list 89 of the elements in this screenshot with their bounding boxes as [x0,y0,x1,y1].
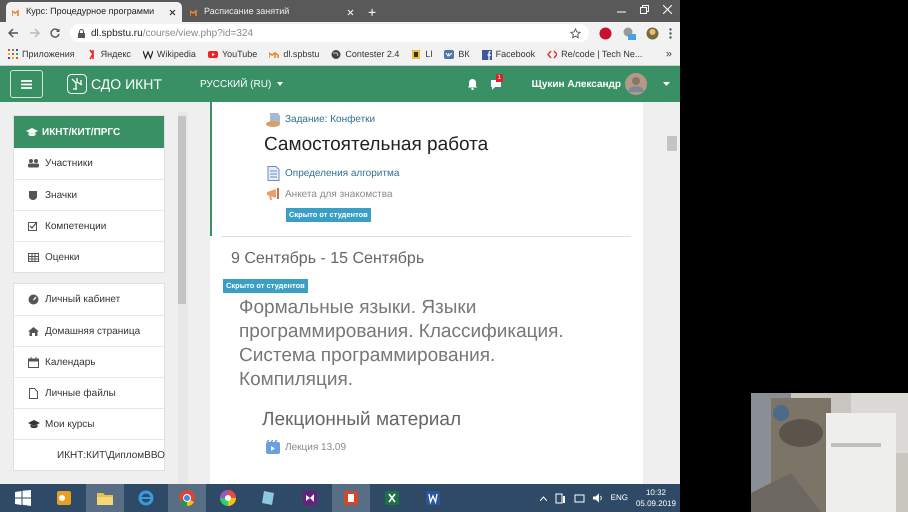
logo-icon [67,74,87,94]
bookmark[interactable]: Яндекс [86,48,131,62]
activity-link[interactable]: Анкета для знакомства [285,186,393,202]
extension-icon[interactable] [646,26,659,40]
wikipedia-icon [142,49,153,60]
bookmark[interactable]: Wikipedia [142,48,196,62]
vk-icon [444,49,454,60]
graduation-cap-icon [28,418,40,430]
course-menu-header[interactable]: ИКНТ/КИТ/ПРГС [14,116,164,148]
subheading: Лекционный материал [262,408,462,432]
scrollbar[interactable] [178,112,188,484]
activity-link[interactable]: Задание: Конфетки [285,112,376,127]
speaker-icon[interactable] [592,493,603,503]
star-icon[interactable] [570,28,581,38]
site-name[interactable]: СДО ИКНТ [91,74,162,94]
caret-icon [277,82,284,86]
new-tab-button[interactable]: + [362,2,382,22]
photo-app-icon [219,489,237,507]
url-path: /course/view.php?id=324 [142,28,254,38]
activity-link[interactable]: Определения алгоритма [285,166,400,180]
subheading: Самостоятельная работа [264,133,490,157]
language-indicator[interactable]: ENG [610,492,628,504]
extension-icon[interactable] [622,26,636,40]
powerpoint-icon [342,489,360,507]
caret-icon[interactable] [663,82,670,86]
chevron-up-icon[interactable] [540,496,547,500]
word-icon [424,489,442,507]
bookmark[interactable]: dl.spbstu [269,48,320,62]
more-bookmarks-button[interactable]: » [666,46,672,63]
back-icon[interactable] [8,28,19,38]
close-icon[interactable] [169,8,176,16]
video-icon [266,440,281,455]
section-title: 9 Сентябрь - 15 Сентябрь [231,248,426,268]
yandex-icon [86,49,97,60]
chrome-icon [178,489,196,507]
browser-icon [137,489,155,507]
megaphone-icon [266,186,281,202]
bookmark[interactable]: YouTube [208,48,258,62]
file-icon [28,388,40,398]
document-icon [411,49,422,60]
apps-icon [8,49,18,60]
lock-icon [78,28,85,38]
moodle-icon [190,8,199,16]
shield-icon [28,190,40,200]
moodle-icon [269,49,280,60]
user-name[interactable]: Щукин Александр [532,76,621,92]
url-host: dl.spbstu.ru [91,28,143,38]
checkbox-icon [28,220,40,232]
menu-icon [21,80,32,88]
taskbar-app[interactable] [332,484,370,512]
clock[interactable]: 10:32 05.09.2019 [636,487,676,509]
graduation-cap-icon [26,126,38,138]
bookmark[interactable]: Contester 2.4 [331,48,400,62]
code-icon [547,49,558,60]
bell-icon[interactable] [466,78,478,90]
bookmark[interactable]: Facebook [482,48,536,62]
activity-link[interactable]: Лекция 13.09 [285,440,346,455]
section-summary: Формальные языки. Языки программирования. Классификация. Система программирования. Компиляция. [239,296,565,392]
browser-tab[interactable]: Расписание занятий [184,2,360,22]
stop-sign-icon[interactable] [599,26,612,40]
network-icon[interactable] [554,492,566,504]
language-menu[interactable]: РУССКИЙ (RU) [200,76,284,92]
users-icon [28,158,40,169]
moodle-icon [12,8,21,16]
restore-icon[interactable] [640,5,649,14]
address-field[interactable]: dl.spbstu.ru/course/view.php?id=324 [70,24,589,42]
bookmark[interactable]: Re/code | Tech Ne... [547,48,642,62]
facebook-icon [482,49,492,60]
reload-icon[interactable] [50,28,60,38]
bookmark[interactable]: Приложения [8,48,75,62]
page-icon [266,166,281,180]
excel-icon [383,489,401,507]
bookmark[interactable]: Ll [411,48,432,62]
menu-button[interactable] [10,70,43,98]
menu-icon[interactable] [669,28,672,38]
device-icon[interactable] [574,492,585,504]
assignment-icon [266,112,281,127]
table-icon [28,252,40,262]
visual-studio-icon [301,489,319,507]
browser-tab[interactable]: Курс: Процедурное программи [6,2,182,22]
windows-icon [15,490,31,506]
course-menu-title: ИКНТ/КИТ/ПРГС [42,126,120,140]
calendar-icon [28,356,40,368]
outlook-icon [55,489,73,507]
dashboard-icon [28,294,40,305]
home-icon [28,326,40,336]
globe-icon [331,49,342,60]
bookmark[interactable]: ВК [444,48,470,62]
play-icon [208,49,218,60]
